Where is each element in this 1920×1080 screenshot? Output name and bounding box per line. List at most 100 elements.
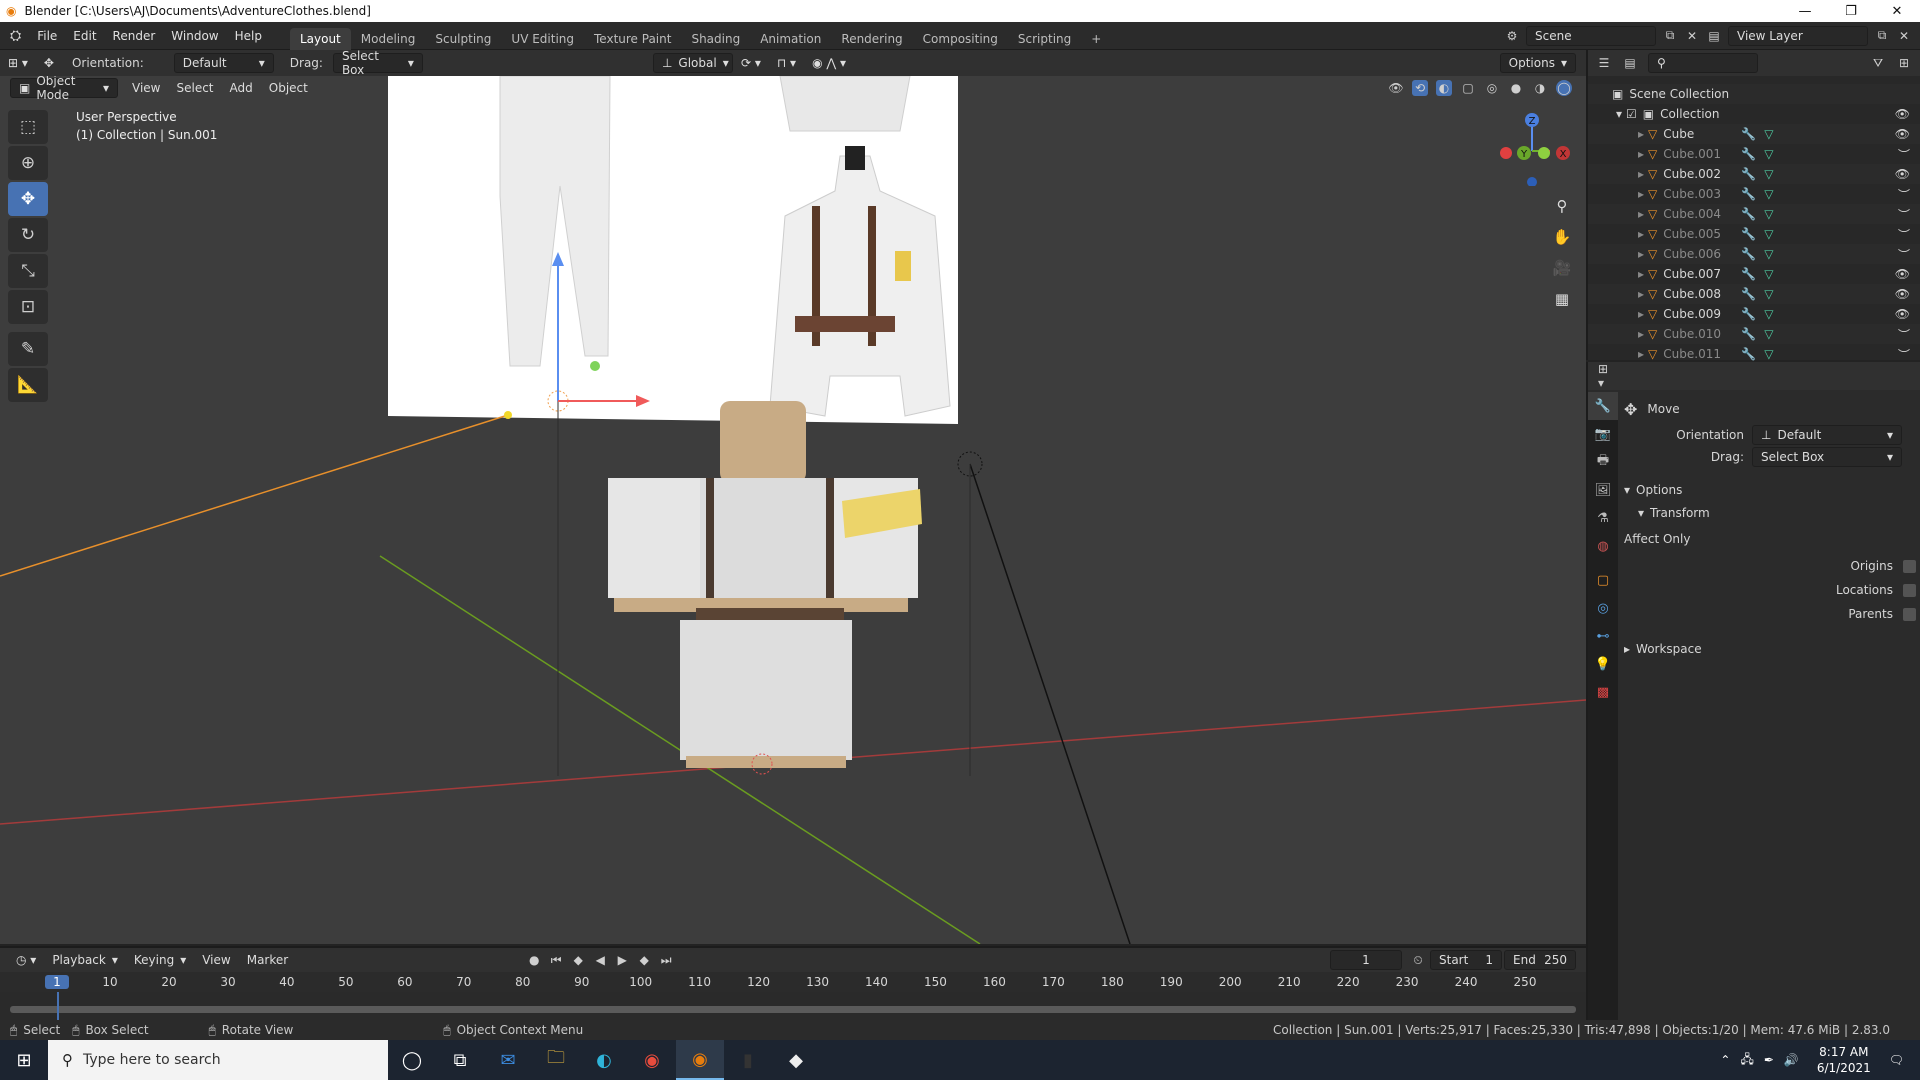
transform-orientation-dropdown[interactable]: ⊥ Global ▾ [652, 53, 733, 73]
timeline-track-area[interactable] [0, 992, 1586, 1020]
minimize-button[interactable]: — [1782, 0, 1828, 22]
pan-hand-icon[interactable]: ✋ [1548, 223, 1576, 251]
remove-scene-icon[interactable]: ✕ [1684, 28, 1700, 44]
play-reverse-icon[interactable]: ◀ [592, 952, 608, 968]
visibility-eye-icon[interactable]: 👁 [1895, 287, 1910, 301]
visibility-filter-icon[interactable]: 👁 [1388, 80, 1404, 96]
tab-texture-icon[interactable]: ▩ [1588, 678, 1618, 706]
expand-arrow-icon[interactable]: ▸ [1638, 147, 1644, 161]
expand-arrow-icon[interactable]: ▸ [1638, 347, 1644, 361]
overlay-toggle-icon[interactable]: ◐ [1436, 80, 1452, 96]
outliner-scene-collection[interactable]: ▣ Scene Collection [1588, 84, 1920, 104]
cortana-icon[interactable]: ◯ [388, 1040, 436, 1080]
transform-subpanel-header[interactable]: ▾ Transform [1624, 502, 1916, 524]
timeline-menu-view[interactable]: View [194, 950, 238, 970]
tab-constraints-icon[interactable]: ⊷ [1588, 622, 1618, 650]
zoom-icon[interactable]: ⚲ [1548, 192, 1576, 220]
menu-object[interactable]: Object [261, 78, 316, 98]
visibility-eye-icon[interactable]: 👁 [1895, 307, 1910, 321]
tray-chevron-icon[interactable]: ⌃ [1720, 1053, 1730, 1067]
snap-icon[interactable]: ⊓ ▾ [769, 53, 804, 73]
next-keyframe-icon[interactable]: ◆ [636, 952, 652, 968]
windows-start-icon[interactable]: ⊞ [0, 1040, 48, 1080]
expand-arrow-icon[interactable]: ▸ [1638, 207, 1644, 221]
tab-modeling[interactable]: Modeling [351, 28, 426, 50]
tab-animation[interactable]: Animation [750, 28, 831, 50]
visibility-eye-icon[interactable]: 👁 [1895, 127, 1910, 141]
prev-keyframe-icon[interactable]: ◆ [570, 952, 586, 968]
timeline-scrollbar[interactable] [10, 1006, 1576, 1013]
select-box-tool-icon[interactable]: ⬚ [8, 110, 48, 144]
tab-tool-icon[interactable]: 🔧 [1588, 392, 1618, 420]
play-icon[interactable]: ▶ [614, 952, 630, 968]
material-shading-icon[interactable]: ◑ [1532, 80, 1548, 96]
annotate-tool-icon[interactable]: ✎ [8, 332, 48, 366]
visibility-hidden-icon[interactable]: ︶ [1898, 186, 1910, 203]
rotate-tool-icon[interactable]: ↻ [8, 218, 48, 252]
scene-selector-icon[interactable]: ⚙ [1504, 28, 1520, 44]
outliner-item[interactable]: ▸ ▽ Cube.002 🔧 ▽ 👁 [1588, 164, 1920, 184]
options-panel-header[interactable]: ▾ Options [1624, 478, 1916, 502]
tab-view-layer-icon[interactable]: 🖼 [1588, 476, 1618, 504]
menu-marker[interactable]: Marker [239, 950, 296, 970]
taskbar-search-box[interactable]: ⚲ Type here to search [48, 1040, 388, 1080]
new-scene-icon[interactable]: ⧉ [1662, 28, 1678, 44]
gizmo-toggle-icon[interactable]: ⟲ [1412, 80, 1428, 96]
edge-icon[interactable]: ◐ [580, 1040, 628, 1080]
tab-texture-paint[interactable]: Texture Paint [584, 28, 681, 50]
preview-range-icon[interactable]: ⏲ [1410, 952, 1426, 968]
expand-arrow-icon[interactable]: ▸ [1638, 127, 1644, 141]
expand-arrow-icon[interactable]: ▸ [1638, 247, 1644, 261]
tab-rendering[interactable]: Rendering [831, 28, 912, 50]
expand-arrow-icon[interactable]: ▸ [1638, 307, 1644, 321]
outliner-item[interactable]: ▸ ▽ Cube 🔧 ▽ 👁 [1588, 124, 1920, 144]
editor-type-icon[interactable]: ⊞ ▾ [0, 53, 36, 73]
outliner-item[interactable]: ▸ ▽ Cube.001 🔧 ▽ ︶ [1588, 144, 1920, 164]
tab-scene-icon[interactable]: ⚗ [1588, 504, 1618, 532]
pivot-icon[interactable]: ⟳ ▾ [733, 53, 769, 73]
visibility-hidden-icon[interactable]: ︶ [1898, 206, 1910, 223]
outliner-item[interactable]: ▸ ▽ Cube.004 🔧 ▽ ︶ [1588, 204, 1920, 224]
outliner-item[interactable]: ▸ ▽ Cube.003 🔧 ▽ ︶ [1588, 184, 1920, 204]
orientation-dropdown[interactable]: Default ▾ [173, 53, 274, 73]
clock[interactable]: 8:17 AM 6/1/2021 [1817, 1044, 1871, 1076]
expand-arrow-icon[interactable]: ▸ [1638, 327, 1644, 341]
move-tool-icon[interactable]: ✥ [36, 53, 62, 73]
visibility-hidden-icon[interactable]: ︶ [1898, 246, 1910, 263]
tab-physics-icon[interactable]: ◎ [1588, 594, 1618, 622]
outliner-search-input[interactable]: ⚲ [1648, 53, 1758, 73]
menu-keying[interactable]: Keying ▾ [126, 950, 194, 970]
visibility-eye-icon[interactable]: 👁 [1895, 167, 1910, 181]
prop-orientation-dropdown[interactable]: ⊥ Default ▾ [1752, 425, 1902, 445]
menu-help[interactable]: Help [227, 29, 270, 43]
close-button[interactable]: ✕ [1874, 0, 1920, 22]
timeline-ruler[interactable]: 1 10 20 30 40 50 60 70 80 90 100 110 120 130 140 150 160… [0, 972, 1586, 992]
outliner-item[interactable]: ▸ ▽ Cube.010 🔧 ▽ ︶ [1588, 324, 1920, 344]
blender-menu-icon[interactable]: ⛭ [10, 28, 21, 44]
roblox-icon[interactable]: ◆ [772, 1040, 820, 1080]
scale-tool-icon[interactable]: ⤡ [8, 254, 48, 288]
solid-shading-icon[interactable]: ● [1508, 80, 1524, 96]
jump-start-icon[interactable]: ⏮ [548, 952, 564, 968]
collection-checkbox[interactable]: ☑ [1626, 107, 1637, 121]
terminal-icon[interactable]: ▮ [724, 1040, 772, 1080]
menu-playback[interactable]: Playback ▾ [44, 950, 126, 970]
3d-viewport[interactable]: ▣ Object Mode ▾ View Select Add Object 👁 … [0, 76, 1586, 944]
file-explorer-icon[interactable]: 🗀 [532, 1040, 580, 1080]
xray-icon[interactable]: ▢ [1460, 80, 1476, 96]
display-mode-icon[interactable]: ▤ [1622, 55, 1638, 71]
tab-output-icon[interactable]: 🖶 [1588, 448, 1618, 476]
locations-checkbox[interactable] [1903, 583, 1916, 597]
transform-tool-icon[interactable]: ⊡ [8, 290, 48, 324]
menu-render[interactable]: Render [105, 29, 164, 43]
remove-view-layer-icon[interactable]: ✕ [1896, 28, 1912, 44]
mail-icon[interactable]: ✉ [484, 1040, 532, 1080]
drag-dropdown[interactable]: Select Box ▾ [332, 49, 423, 77]
end-frame-field[interactable]: End 250 [1504, 950, 1576, 970]
pen-icon[interactable]: ✒ [1764, 1053, 1774, 1067]
network-icon[interactable]: 🖧 [1740, 1050, 1753, 1071]
tab-world-icon[interactable]: ◍ [1588, 532, 1618, 560]
expand-arrow-icon[interactable]: ▸ [1638, 267, 1644, 281]
tab-scripting[interactable]: Scripting [1008, 28, 1081, 50]
new-view-layer-icon[interactable]: ⧉ [1874, 28, 1890, 44]
